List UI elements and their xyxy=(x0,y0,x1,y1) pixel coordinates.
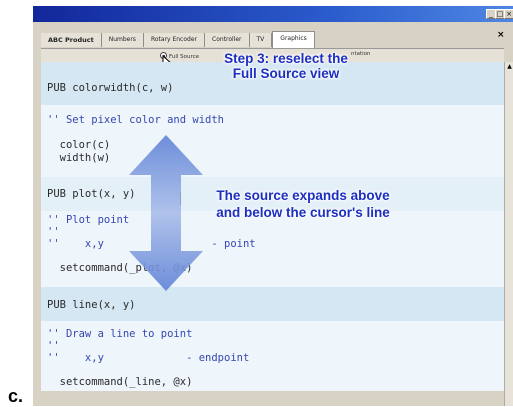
scroll-up-icon[interactable]: ▲ xyxy=(505,62,513,71)
tab-graphics[interactable]: Graphics xyxy=(272,31,315,48)
close-tab-icon[interactable]: × xyxy=(497,30,505,40)
expand-line1: The source expands above xyxy=(216,188,390,203)
tab-numbers[interactable]: Numbers xyxy=(101,33,144,47)
file-tabs: ABC Product Numbers Rotary Encoder Contr… xyxy=(41,31,315,48)
tab-rotary-encoder[interactable]: Rotary Encoder xyxy=(143,33,205,47)
comment-line: '' xyxy=(47,226,60,238)
tab-abc-product[interactable]: ABC Product xyxy=(41,33,102,47)
code-line: color(c) xyxy=(47,139,111,151)
window-titlebar xyxy=(33,6,513,22)
step3-callout: Step 3: reselect the Full Source view xyxy=(196,51,376,81)
comment-block: '' Set pixel color and width color(c) wi… xyxy=(41,105,504,177)
tab-controller[interactable]: Controller xyxy=(205,33,250,47)
step3-line1: Step 3: reselect the xyxy=(224,51,348,66)
pub-line-line: PUB line(x, y) xyxy=(47,299,136,311)
comment-line: '' x,y - endpoint xyxy=(47,352,250,364)
figure-caption: c. xyxy=(8,386,24,406)
pub-block: PUB line(x, y) xyxy=(41,287,504,321)
comment-block: '' Plot point '' '' x,y - point setcomma… xyxy=(41,211,504,287)
comment-line: '' x,y - point xyxy=(47,238,256,250)
close-button[interactable]: × xyxy=(504,9,513,19)
expand-callout: The source expands above and below the c… xyxy=(183,187,423,221)
comment-block: '' Draw a line to point '' '' x,y - endp… xyxy=(41,321,504,391)
expand-line2: and below the cursor's line xyxy=(216,205,390,220)
code-line: width(w) xyxy=(47,152,111,164)
tab-tv[interactable]: TV xyxy=(249,33,273,47)
comment-line: '' xyxy=(47,340,60,352)
comment-line: '' Draw a line to point xyxy=(47,328,193,340)
code-line: setcommand(_line, @x) xyxy=(47,376,193,388)
vertical-scrollbar[interactable]: ▲ xyxy=(504,62,513,406)
comment-line: '' Set pixel color and width xyxy=(47,114,225,126)
code-line: setcommand(_plot, @x) xyxy=(47,262,193,274)
source-editor[interactable]: PUB colorwidth(c, w) '' Set pixel color … xyxy=(41,62,504,406)
step3-line2: Full Source view xyxy=(232,66,340,81)
